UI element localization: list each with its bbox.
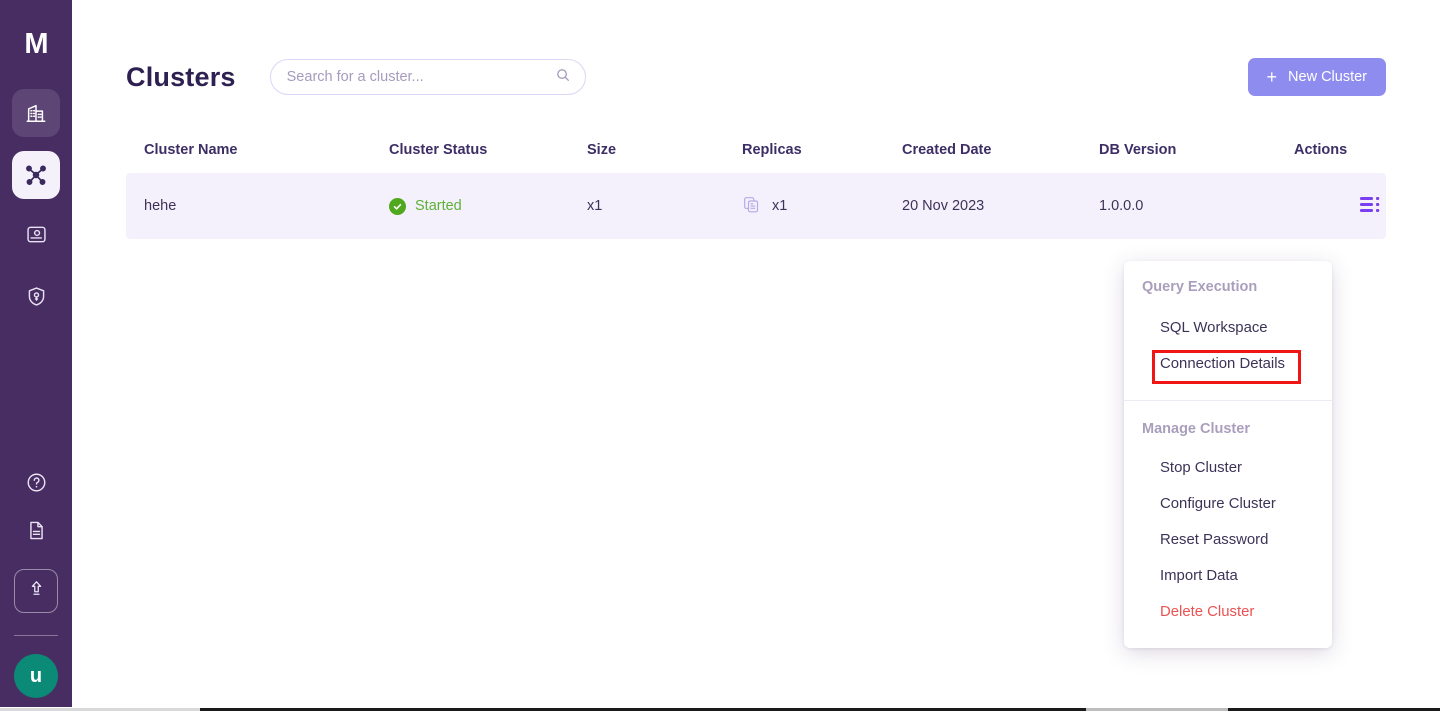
cell-db-version: 1.0.0.0 <box>1099 198 1144 214</box>
column-header-cluster-status: Cluster Status <box>389 142 488 158</box>
column-header-db-version: DB Version <box>1099 142 1177 158</box>
menu-item-configure-cluster[interactable]: Configure Cluster <box>1124 486 1332 522</box>
plus-icon: + <box>1266 67 1278 87</box>
avatar[interactable]: u <box>14 654 58 698</box>
bottom-scrollbar[interactable] <box>0 707 1440 711</box>
sidebar-item-help[interactable] <box>12 461 60 509</box>
column-header-cluster-name: Cluster Name <box>144 142 238 158</box>
replicas-badge: x1 <box>742 195 902 218</box>
menu-item-connection-details[interactable]: Connection Details <box>1124 346 1332 382</box>
menu-section-title-manage-cluster: Manage Cluster <box>1142 421 1250 437</box>
building-icon <box>25 102 47 124</box>
search-icon[interactable] <box>555 67 571 88</box>
sidebar: M u <box>0 0 72 711</box>
main-content: Clusters + New Cluster Cluster Name Clus… <box>72 0 1440 711</box>
status-badge: Started <box>389 197 587 215</box>
copies-icon <box>742 195 761 218</box>
status-label: Started <box>415 198 462 214</box>
sidebar-divider <box>14 635 58 636</box>
row-actions-button[interactable] <box>1357 192 1385 220</box>
menu-item-stop-cluster[interactable]: Stop Cluster <box>1124 450 1332 486</box>
menu-section-title-query-execution: Query Execution <box>1142 279 1258 295</box>
search-box[interactable] <box>269 59 586 95</box>
cell-cluster-name: hehe <box>144 198 177 214</box>
upload-arrow-icon <box>26 578 47 604</box>
cell-size: x1 <box>587 198 603 214</box>
cell-replicas: x1 <box>742 195 902 218</box>
check-circle-icon <box>389 197 406 215</box>
cell-created-date: 20 Nov 2023 <box>902 198 985 214</box>
sidebar-item-clusters[interactable] <box>12 151 60 199</box>
list-menu-icon <box>1360 196 1382 217</box>
new-cluster-button[interactable]: + New Cluster <box>1247 58 1386 96</box>
sidebar-item-docs[interactable] <box>12 509 60 557</box>
replicas-count: x1 <box>772 198 788 214</box>
sidebar-nav-top <box>12 89 60 323</box>
new-cluster-label: New Cluster <box>1288 69 1367 85</box>
search-input[interactable] <box>286 69 555 85</box>
menu-item-reset-password[interactable]: Reset Password <box>1124 522 1332 558</box>
shield-key-icon <box>25 285 48 313</box>
sidebar-item-organization[interactable] <box>12 89 60 137</box>
help-circle-icon <box>25 471 48 499</box>
cluster-nodes-icon <box>24 163 48 187</box>
column-header-created-date: Created Date <box>902 142 992 158</box>
column-header-replicas: Replicas <box>742 142 802 158</box>
table-row[interactable]: hehe Started x1 x1 20 Nov 2023 1.0.0.0 <box>126 173 1386 239</box>
row-actions-menu: Query Execution SQL Workspace Connection… <box>1124 261 1332 648</box>
app-root: M u Clusters Search for a cluster... + N… <box>0 0 1440 711</box>
page-title: Clusters <box>126 61 236 92</box>
cell-actions <box>1294 192 1388 220</box>
menu-item-import-data[interactable]: Import Data <box>1124 558 1332 594</box>
sidebar-nav-bottom: u <box>0 461 72 711</box>
column-header-actions: Actions <box>1294 142 1348 158</box>
document-icon <box>25 519 48 547</box>
table-header-row: Cluster Name Cluster Status Size Replica… <box>126 127 1386 173</box>
column-header-size: Size <box>587 142 617 158</box>
sidebar-item-security[interactable] <box>12 275 60 323</box>
topbar: Clusters + New Cluster <box>72 0 1440 110</box>
menu-item-sql-workspace[interactable]: SQL Workspace <box>1124 310 1332 346</box>
sidebar-item-users[interactable] <box>12 213 60 261</box>
app-logo[interactable]: M <box>24 30 48 59</box>
menu-divider <box>1124 400 1332 401</box>
id-card-icon <box>25 223 48 251</box>
sidebar-item-upgrade[interactable] <box>14 569 58 613</box>
cell-cluster-status: Started <box>389 197 587 215</box>
clusters-table: Cluster Name Cluster Status Size Replica… <box>126 127 1386 239</box>
menu-item-delete-cluster[interactable]: Delete Cluster <box>1124 594 1332 630</box>
